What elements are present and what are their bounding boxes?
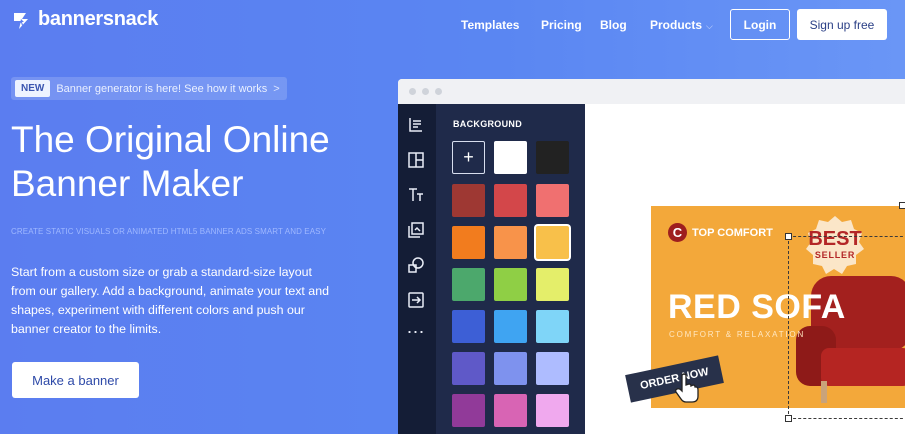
color-swatch[interactable] — [494, 310, 527, 343]
color-swatch[interactable] — [536, 226, 569, 259]
shapes-icon[interactable] — [406, 256, 426, 276]
chevron-down-icon: ⌵ — [706, 21, 713, 31]
brand-logo[interactable]: bannersnack — [12, 8, 158, 31]
color-swatch[interactable] — [494, 268, 527, 301]
color-swatch[interactable] — [452, 184, 485, 217]
add-color-button[interactable]: + — [452, 141, 485, 174]
new-badge: NEW — [15, 80, 51, 97]
background-panel: BACKGROUND + — [436, 104, 585, 434]
banner-tagline: COMFORT & RELAXATION — [669, 330, 806, 339]
nav-products-label: Products — [650, 18, 703, 32]
color-swatch[interactable] — [494, 141, 527, 174]
selection-frame[interactable] — [788, 236, 905, 419]
color-swatch[interactable] — [494, 394, 527, 427]
panel-title: BACKGROUND — [453, 119, 522, 129]
color-swatch[interactable] — [452, 310, 485, 343]
color-swatch[interactable] — [536, 268, 569, 301]
window-dot-icon — [422, 88, 429, 95]
hero-description: Start from a custom size or grab a stand… — [11, 265, 329, 336]
window-dot-icon — [409, 88, 416, 95]
signup-button[interactable]: Sign up free — [797, 9, 887, 40]
bannersnack-logo-icon — [12, 10, 32, 30]
media-icon[interactable] — [406, 221, 426, 241]
banner-logo-text: TOP COMFORT — [692, 226, 773, 239]
brand-name: bannersnack — [38, 8, 159, 30]
resize-handle[interactable] — [899, 202, 905, 209]
window-titlebar — [398, 79, 905, 104]
tool-rail: ⋯ — [398, 104, 436, 434]
make-a-banner-button[interactable]: Make a banner — [12, 362, 139, 398]
color-swatch[interactable] — [452, 352, 485, 385]
color-swatch[interactable] — [452, 268, 485, 301]
hand-cursor-icon — [675, 373, 699, 408]
color-swatch[interactable] — [536, 184, 569, 217]
template-icon[interactable] — [406, 116, 426, 136]
color-swatch[interactable] — [494, 352, 527, 385]
layout-icon[interactable] — [406, 151, 426, 171]
nav-blog[interactable]: Blog — [600, 18, 627, 32]
window-dot-icon — [435, 88, 442, 95]
chevron-right-icon: > — [273, 82, 280, 95]
color-swatch[interactable] — [452, 226, 485, 259]
export-icon[interactable] — [406, 291, 426, 311]
banner-logo-mark: C — [668, 223, 687, 242]
hero-title-line-2: Banner Maker — [11, 163, 244, 204]
hero-title-line-1: The Original Online — [11, 119, 330, 160]
color-swatch[interactable] — [536, 394, 569, 427]
color-swatch[interactable] — [536, 141, 569, 174]
color-swatch[interactable] — [536, 352, 569, 385]
text-icon[interactable] — [406, 186, 426, 206]
more-icon[interactable]: ⋯ — [406, 322, 426, 342]
announcement-bar[interactable]: NEW Banner generator is here! See how it… — [11, 77, 287, 100]
announcement-text: Banner generator is here! See how it wor… — [56, 82, 268, 95]
color-swatch[interactable] — [494, 226, 527, 259]
resize-handle[interactable] — [785, 233, 792, 240]
nav-products[interactable]: Products ⌵ — [650, 18, 713, 32]
login-button[interactable]: Login — [730, 9, 790, 40]
color-swatch[interactable] — [536, 310, 569, 343]
hero-title: The Original Online Banner Maker — [11, 118, 381, 206]
banner-logo: C TOP COMFORT — [668, 223, 773, 242]
nav-templates[interactable]: Templates — [461, 18, 519, 32]
hero-subtitle: CREATE STATIC VISUALS OR ANIMATED HTML5 … — [11, 227, 327, 236]
color-swatch[interactable] — [494, 184, 527, 217]
nav-pricing[interactable]: Pricing — [541, 18, 582, 32]
resize-handle[interactable] — [785, 415, 792, 422]
color-swatch[interactable] — [452, 394, 485, 427]
